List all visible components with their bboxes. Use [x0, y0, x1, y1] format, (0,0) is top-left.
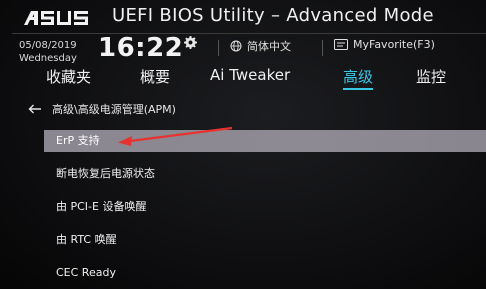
header-separator: [218, 40, 219, 56]
main-tabs: 收藏夹 概要 Ai Tweaker 高级 监控: [46, 66, 486, 90]
header-divider: [12, 33, 486, 34]
app-title: UEFI BIOS Utility – Advanced Mode: [112, 5, 434, 26]
weekday-display: Wednesday: [19, 53, 77, 64]
menu-item-power-on-by-rtc[interactable]: 由 RTC 唤醒: [44, 229, 486, 251]
gear-icon[interactable]: [184, 36, 197, 49]
menu-item-power-on-by-pcie[interactable]: 由 PCI-E 设备唤醒: [44, 196, 486, 218]
tab-monitor[interactable]: 监控: [416, 66, 446, 87]
menu-item-restore-ac-power-loss[interactable]: 断电恢复后电源状态: [44, 163, 486, 185]
my-favorite-button[interactable]: MyFavorite(F3): [334, 38, 435, 51]
language-selector[interactable]: 简体中文: [230, 38, 291, 54]
date-display: 05/08/2019: [19, 40, 77, 51]
language-label: 简体中文: [247, 40, 291, 53]
breadcrumb-path: 高级\高级电源管理(APM): [52, 103, 176, 116]
asus-logo: [24, 11, 88, 25]
menu-item-cec-ready[interactable]: CEC Ready: [44, 262, 486, 284]
clock-display: 16:22: [98, 33, 184, 63]
breadcrumb: 高级\高级电源管理(APM): [28, 101, 176, 117]
globe-icon: [230, 40, 242, 52]
header-separator: [322, 40, 323, 56]
menu-item-erp-support[interactable]: ErP 支持: [44, 130, 486, 152]
tab-advanced[interactable]: 高级: [343, 66, 374, 90]
tab-favorites[interactable]: 收藏夹: [46, 66, 91, 87]
tab-ai-tweaker[interactable]: Ai Tweaker: [210, 66, 290, 84]
bios-screen: UEFI BIOS Utility – Advanced Mode 05/08/…: [0, 0, 486, 289]
my-favorite-label: MyFavorite(F3): [353, 38, 435, 51]
tab-main[interactable]: 概要: [140, 66, 170, 87]
back-arrow-icon[interactable]: [28, 104, 42, 114]
favorite-icon: [334, 39, 348, 50]
